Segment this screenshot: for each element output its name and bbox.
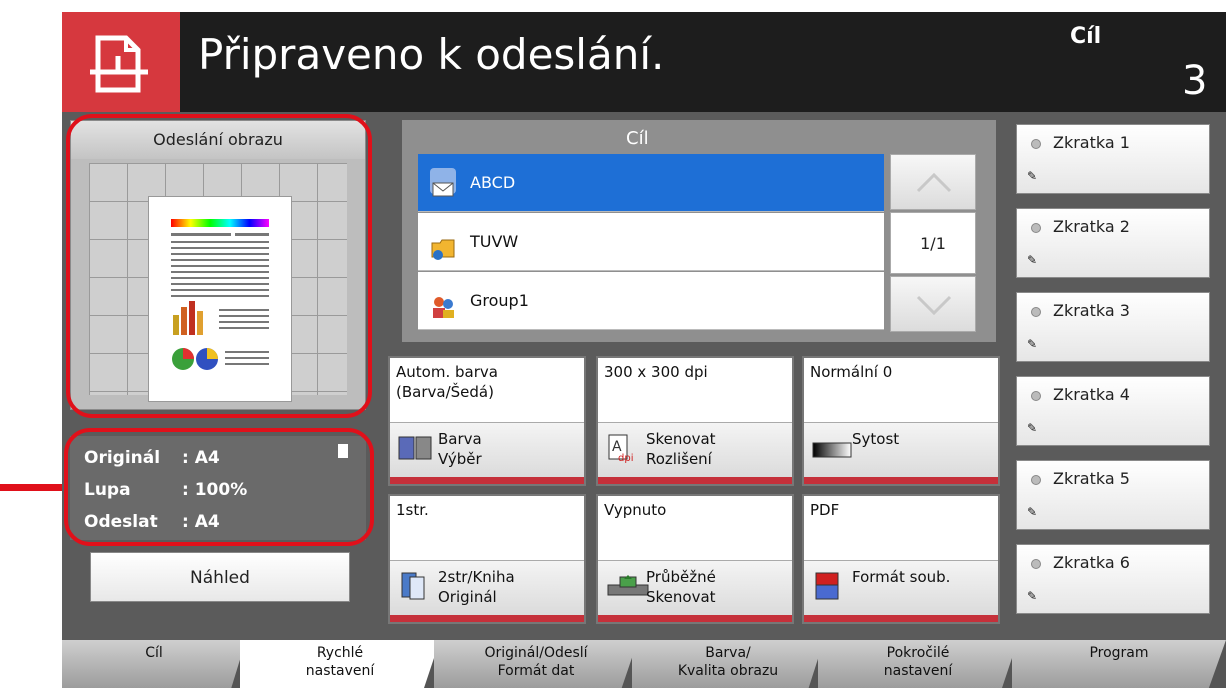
edit-icon: ✎: [1027, 169, 1038, 183]
continuous-scan-button[interactable]: Vypnuto Průběžné Skenovat: [596, 494, 794, 624]
continuous-scan-icon: [606, 571, 649, 601]
shortcut-label: Zkratka 3: [1053, 301, 1130, 320]
button-footer: Sytost: [804, 422, 998, 484]
destination-label: ABCD: [470, 173, 516, 192]
shortcut-3-button[interactable]: Zkratka 3 ✎: [1016, 292, 1210, 362]
edit-icon: ✎: [1027, 505, 1038, 519]
scroll-up-button[interactable]: [890, 154, 976, 210]
tab-advanced-setup[interactable]: Pokročilé nastavení: [818, 640, 1018, 688]
email-icon: [430, 168, 456, 197]
shortcut-6-button[interactable]: Zkratka 6 ✎: [1016, 544, 1210, 614]
send-mode-icon: [62, 12, 180, 112]
continuous-scan-value: Vypnuto: [604, 501, 667, 519]
scan-resolution-button[interactable]: 300 x 300 dpi Adpi Skenovat Rozlišení: [596, 356, 794, 486]
button-footer: 2str/Kniha Originál: [390, 560, 584, 622]
button-footer: Adpi Skenovat Rozlišení: [598, 422, 792, 484]
density-value: Normální 0: [810, 363, 893, 381]
scan-resolution-label: Skenovat Rozlišení: [646, 430, 716, 468]
destination-row[interactable]: Group1: [418, 272, 884, 330]
destination-count-label: Cíl: [1070, 24, 1102, 49]
shortcut-1-button[interactable]: Zkratka 1 ✎: [1016, 124, 1210, 194]
page-indicator: 1/1: [890, 212, 976, 274]
edit-icon: ✎: [1027, 589, 1038, 603]
shortcut-indicator-icon: [1031, 475, 1041, 485]
shortcut-indicator-icon: [1031, 391, 1041, 401]
destination-count: 3: [1182, 58, 1208, 104]
tab-quick-setup[interactable]: Rychlé nastavení: [240, 640, 440, 688]
tab-color-image-quality[interactable]: Barva/ Kvalita obrazu: [632, 640, 824, 688]
density-icon: [812, 433, 852, 463]
chevron-up-icon: [916, 172, 952, 193]
duplex-icon: [398, 571, 432, 601]
shortcut-label: Zkratka 4: [1053, 385, 1130, 404]
shortcut-indicator-icon: [1031, 559, 1041, 569]
destination-row[interactable]: ABCD: [418, 154, 884, 212]
color-selection-button[interactable]: Autom. barva (Barva/Šedá) Barva Výběr: [388, 356, 586, 486]
file-format-value: PDF: [810, 501, 840, 519]
group-icon: [430, 286, 456, 318]
edit-icon: ✎: [1027, 421, 1038, 435]
shortcut-label: Zkratka 6: [1053, 553, 1130, 572]
chevron-down-icon: [916, 295, 952, 316]
svg-text:dpi: dpi: [618, 453, 633, 463]
duplex-original-label: 2str/Kniha Originál: [438, 568, 515, 606]
destination-label: TUVW: [470, 232, 519, 251]
shortcut-indicator-icon: [1031, 307, 1041, 317]
callout-marker: [0, 484, 62, 491]
shortcut-2-button[interactable]: Zkratka 2 ✎: [1016, 208, 1210, 278]
preview-button[interactable]: Náhled: [90, 552, 350, 602]
file-format-icon: [812, 571, 846, 601]
status-title: Připraveno k odeslání.: [198, 30, 665, 79]
destination-label: Group1: [470, 291, 529, 310]
scroll-down-button[interactable]: [890, 276, 976, 332]
duplex-original-button[interactable]: 1str. 2str/Kniha Originál: [388, 494, 586, 624]
shortcut-label: Zkratka 5: [1053, 469, 1130, 488]
edit-icon: ✎: [1027, 337, 1038, 351]
shortcut-5-button[interactable]: Zkratka 5 ✎: [1016, 460, 1210, 530]
info-highlight-outline: [64, 428, 374, 546]
shortcut-label: Zkratka 1: [1053, 133, 1130, 152]
file-format-label: Formát soub.: [852, 568, 951, 586]
button-footer: Průběžné Skenovat: [598, 560, 792, 622]
continuous-scan-label: Průběžné Skenovat: [646, 568, 716, 606]
resolution-icon: Adpi: [606, 433, 640, 464]
destination-panel-title: Cíl: [626, 128, 649, 149]
shortcut-indicator-icon: [1031, 223, 1041, 233]
shortcut-label: Zkratka 2: [1053, 217, 1130, 236]
color-selection-label: Barva Výběr: [438, 430, 482, 468]
button-footer: Barva Výběr: [390, 422, 584, 484]
duplex-original-value: 1str.: [396, 501, 429, 519]
tab-destination[interactable]: Cíl: [62, 640, 246, 688]
button-footer: Formát soub.: [804, 560, 998, 622]
preview-highlight-outline: [66, 114, 372, 418]
shortcut-indicator-icon: [1031, 139, 1041, 149]
edit-icon: ✎: [1027, 253, 1038, 267]
folder-icon: [430, 227, 456, 260]
scan-resolution-value: 300 x 300 dpi: [604, 363, 708, 381]
density-label: Sytost: [852, 430, 900, 448]
density-button[interactable]: Normální 0 Sytost: [802, 356, 1000, 486]
tab-original-send-format[interactable]: Originál/Odeslí Formát dat: [434, 640, 638, 688]
color-selection-value: Autom. barva (Barva/Šedá): [396, 363, 498, 401]
destination-row[interactable]: TUVW: [418, 213, 884, 271]
file-format-button[interactable]: PDF Formát soub.: [802, 494, 1000, 624]
tab-program[interactable]: Program: [1012, 640, 1226, 688]
shortcut-4-button[interactable]: Zkratka 4 ✎: [1016, 376, 1210, 446]
color-select-icon: [398, 433, 432, 463]
